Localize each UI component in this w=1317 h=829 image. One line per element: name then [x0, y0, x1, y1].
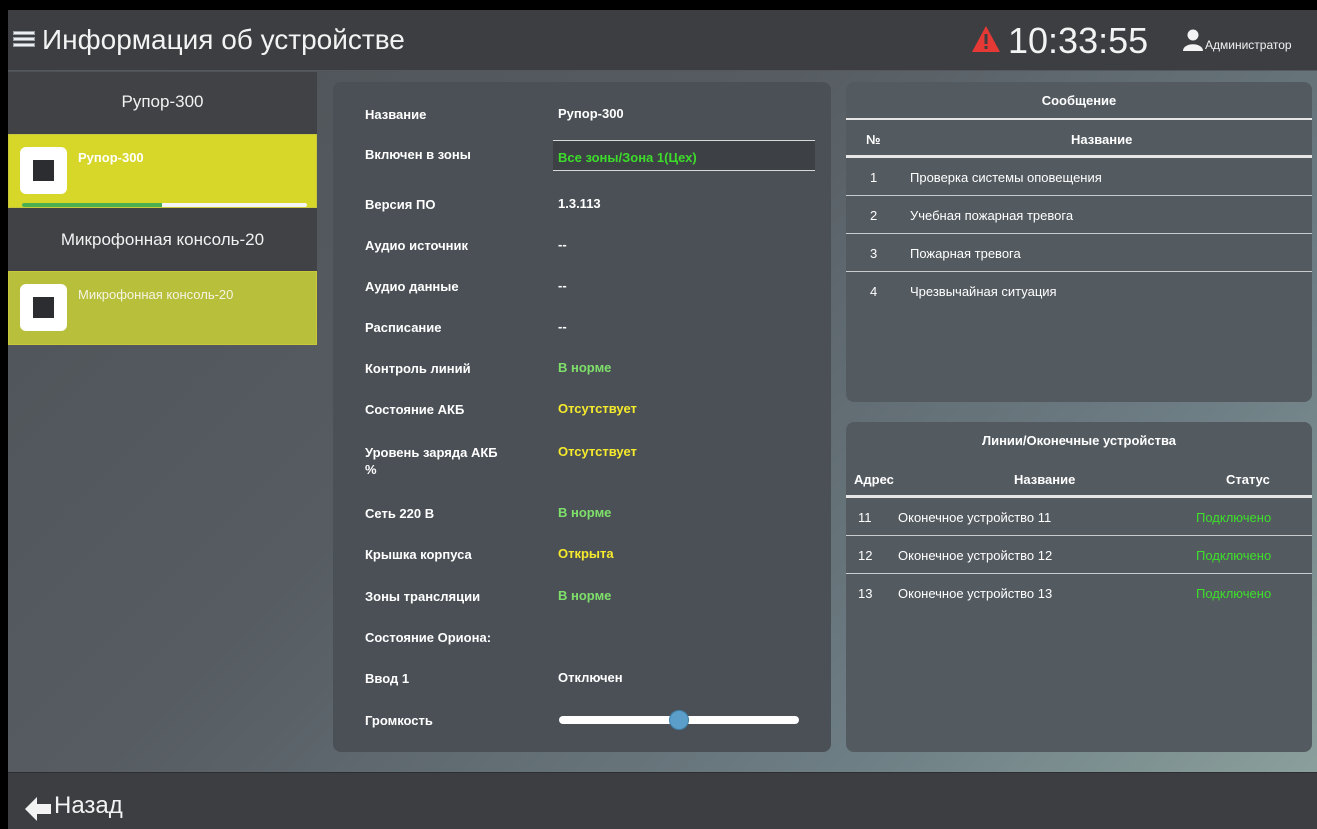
message-name: Пожарная тревога — [910, 246, 1021, 261]
info-value: Отсутствует — [558, 401, 637, 416]
col-num: № — [866, 132, 881, 147]
info-label: Аудио данные — [365, 279, 459, 294]
device-progress-bar — [22, 203, 307, 207]
line-row[interactable]: 11 Оконечное устройство 11 Подключено — [846, 498, 1312, 536]
volume-slider[interactable] — [559, 710, 799, 730]
info-value: -- — [558, 278, 567, 293]
info-label: Состояние АКБ — [365, 402, 465, 417]
device-card-mic-console-20[interactable]: Микрофонная консоль-20 — [8, 271, 317, 345]
message-name: Учебная пожарная тревога — [910, 208, 1074, 223]
line-name: Оконечное устройство 11 — [898, 510, 1052, 525]
line-status: Подключено — [1196, 510, 1272, 525]
info-value: В норме — [558, 360, 612, 375]
page-title: Информация об устройстве — [42, 24, 405, 55]
messages-panel: Сообщение № Название 1 Проверка системы … — [846, 82, 1312, 402]
line-address: 11 — [858, 510, 872, 525]
device-card-rupor-300[interactable]: Рупор-300 — [8, 134, 317, 208]
line-address: 13 — [858, 586, 873, 601]
info-label: Включен в зоны — [365, 147, 471, 162]
lines-panel: Линии/Оконечные устройства Адрес Названи… — [846, 422, 1312, 752]
col-status: Статус — [1226, 472, 1270, 487]
alert-triangle-icon[interactable] — [971, 25, 1001, 53]
info-label: Состояние Ориона: — [365, 630, 492, 645]
device-name: Рупор-300 — [78, 150, 144, 165]
info-value: В норме — [558, 505, 612, 520]
message-row[interactable]: 2 Учебная пожарная тревога — [846, 196, 1312, 234]
line-status: Подключено — [1196, 548, 1272, 563]
info-label: Расписание — [365, 320, 442, 335]
device-square-icon — [20, 284, 67, 331]
device-info-panel: Название Рупор-300 Включен в зоны Все зо… — [333, 82, 831, 752]
info-label: Ввод 1 — [365, 671, 410, 686]
col-name: Название — [1014, 472, 1076, 487]
col-address: Адрес — [854, 472, 894, 487]
arrow-left-icon[interactable] — [24, 796, 52, 822]
lines-col-header: Адрес Название Статус — [846, 460, 1312, 498]
messages-col-header: № Название — [846, 120, 1312, 158]
device-group-header: Рупор-300 — [8, 72, 317, 134]
message-row[interactable]: 1 Проверка системы оповещения — [846, 158, 1312, 196]
info-label: Аудио источник — [365, 238, 469, 253]
app-frame: Информация об устройстве 10:33:55 Админи… — [8, 10, 1317, 829]
info-value: -- — [558, 319, 567, 334]
info-label: Зоны трансляции — [365, 589, 481, 604]
col-name: Название — [1071, 132, 1133, 147]
info-value: 1.3.113 — [558, 196, 601, 211]
info-value: Открыта — [558, 546, 614, 561]
message-name: Чрезвычайная ситуация — [910, 284, 1057, 299]
device-sidebar: Рупор-300 Рупор-300 Микрофонная консоль-… — [8, 72, 317, 772]
line-row[interactable]: 13 Оконечное устройство 13 Подключено — [846, 574, 1312, 612]
message-row[interactable]: 4 Чрезвычайная ситуация — [846, 272, 1312, 310]
info-value: Отключен — [558, 670, 623, 685]
line-name: Оконечное устройство 12 — [898, 548, 1053, 563]
menu-icon[interactable] — [13, 31, 35, 51]
zones-select-value: Все зоны/Зона 1(Цех) — [558, 150, 697, 165]
info-value: Рупор-300 — [558, 106, 624, 121]
zones-select[interactable]: Все зоны/Зона 1(Цех) — [553, 140, 815, 171]
footer-bar: Назад — [8, 772, 1317, 829]
message-num: 2 — [870, 208, 878, 223]
lines-title: Линии/Оконечные устройства — [981, 433, 1177, 448]
back-button[interactable]: Назад — [54, 792, 123, 820]
messages-title: Сообщение — [846, 82, 1312, 120]
line-name: Оконечное устройство 13 — [898, 586, 1053, 601]
line-address: 12 — [858, 548, 873, 563]
volume-slider-knob[interactable] — [669, 710, 689, 730]
info-label: Контроль линий — [365, 361, 471, 376]
info-label: Сеть 220 В — [365, 506, 435, 521]
device-square-icon — [20, 147, 67, 194]
info-label: Версия ПО — [365, 197, 436, 212]
message-num: 3 — [870, 246, 878, 261]
message-row[interactable]: 3 Пожарная тревога — [846, 234, 1312, 272]
line-row[interactable]: 12 Оконечное устройство 12 Подключено — [846, 536, 1312, 574]
info-value: -- — [558, 237, 567, 252]
user-icon[interactable] — [1183, 29, 1203, 51]
message-num: 4 — [870, 284, 878, 299]
info-label: Крышка корпуса — [365, 547, 472, 562]
device-progress-fill — [22, 203, 162, 207]
info-label: Название — [365, 107, 427, 122]
message-num: 1 — [870, 170, 878, 185]
clock: 10:33:55 — [1008, 20, 1149, 61]
info-value: В норме — [558, 588, 612, 603]
header-bar: Информация об устройстве 10:33:55 Админи… — [8, 10, 1317, 71]
info-label: Уровень заряда АКБ % — [365, 445, 498, 477]
device-group-header: Микрофонная консоль-20 — [8, 208, 317, 271]
device-name: Микрофонная консоль-20 — [78, 287, 234, 302]
user-name[interactable]: Администратор — [1205, 38, 1292, 52]
message-name: Проверка системы оповещения — [910, 170, 1102, 185]
info-label: Громкость — [365, 713, 433, 728]
line-status: Подключено — [1196, 586, 1272, 601]
info-value: Отсутствует — [558, 444, 637, 459]
